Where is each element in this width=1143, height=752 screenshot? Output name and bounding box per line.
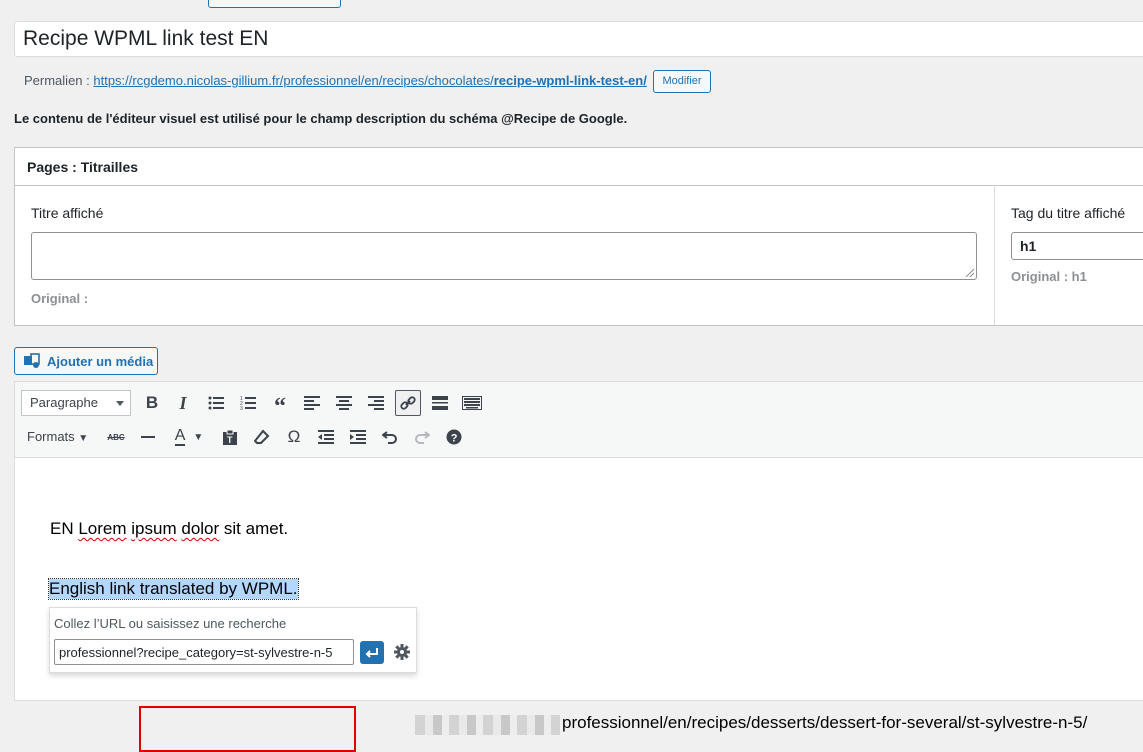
enter-icon (365, 647, 378, 658)
link-popup-label: Collez l’URL ou saisissez une recherche (54, 616, 287, 631)
align-left-icon (304, 396, 320, 410)
media-icon (24, 353, 40, 368)
italic-icon: I (179, 392, 187, 413)
blockquote-button[interactable]: “ (267, 390, 293, 420)
align-center-icon (336, 396, 352, 410)
horizontal-line-icon (141, 436, 155, 438)
link-url-input[interactable]: professionnel?recipe_category=st-sylvest… (54, 639, 354, 665)
svg-text:3: 3 (240, 406, 243, 410)
bold-button[interactable]: B (139, 390, 165, 416)
keyboard-icon (462, 396, 482, 410)
undo-icon (382, 431, 397, 444)
permalink-url-base: https://rcgdemo.nicolas-gillium.fr/profe… (93, 72, 494, 88)
clipboard-icon: T (223, 429, 237, 445)
clear-formatting-button[interactable] (249, 424, 275, 450)
indent-button[interactable] (345, 424, 371, 450)
editor-notice: Le contenu de l'éditeur visuel est utili… (14, 111, 628, 126)
redo-button[interactable] (409, 424, 435, 450)
special-character-button[interactable]: Ω (281, 424, 307, 450)
displayed-title-textarea[interactable] (31, 232, 977, 280)
add-media-button[interactable]: Ajouter un média (14, 347, 158, 375)
top-button[interactable] (208, 0, 341, 8)
tag-original-label: Original : h1 (1011, 269, 1087, 284)
permalink-label: Permalien : (24, 72, 90, 88)
toolbar-toggle-button[interactable] (459, 390, 485, 416)
undo-button[interactable] (377, 424, 403, 450)
link-popup: Collez l’URL ou saisissez une recherche … (49, 607, 417, 673)
svg-text:T: T (227, 435, 233, 445)
paragraph-1-word-2: ipsum (131, 519, 177, 538)
horizontal-line-button[interactable] (135, 424, 161, 450)
paragraph-format-select[interactable]: Paragraphe (21, 390, 131, 416)
resolved-url-text: professionnel/en/recipes/desserts/desser… (562, 713, 1088, 732)
permalink-row: Permalien : https://rcgdemo.nicolas-gill… (24, 70, 711, 93)
blurred-domain (415, 715, 560, 735)
outdent-icon (318, 430, 334, 444)
numbered-list-button[interactable]: 123 (235, 390, 261, 416)
read-more-icon (432, 396, 448, 410)
tag-title-label: Tag du titre affiché (1011, 205, 1126, 221)
apply-link-button[interactable] (360, 641, 384, 664)
post-title-input[interactable]: Recipe WPML link test EN (14, 21, 1143, 57)
italic-button[interactable]: I (170, 390, 196, 416)
paragraph-1-word-1: Lorem (78, 519, 127, 538)
chevron-down-icon: ▼ (78, 433, 89, 444)
indent-icon (350, 430, 366, 444)
selected-link-text[interactable]: English link translated by WPML. (48, 578, 299, 600)
resize-handle-icon[interactable] (964, 267, 974, 277)
paste-text-button[interactable]: T (217, 424, 243, 450)
formats-label: Formats (27, 429, 75, 444)
permalink-slug: recipe-wpml-link-test-en/ (493, 72, 647, 88)
permalink-link[interactable]: https://rcgdemo.nicolas-gillium.fr/profe… (93, 73, 646, 88)
outdent-button[interactable] (313, 424, 339, 450)
metabox-divider (994, 185, 995, 325)
metabox-title: Pages : Titrailles (27, 159, 139, 175)
strikethrough-icon: ABC (107, 432, 125, 442)
highlight-annotation-box (139, 706, 356, 752)
align-right-icon (368, 396, 384, 410)
redo-icon (415, 431, 430, 444)
tag-title-select[interactable]: h1 (1011, 232, 1143, 260)
text-color-icon: A (174, 427, 186, 446)
numbered-list-icon: 123 (240, 396, 256, 410)
align-center-button[interactable] (331, 390, 357, 416)
align-right-button[interactable] (363, 390, 389, 416)
align-left-button[interactable] (299, 390, 325, 416)
omega-icon: Ω (287, 427, 301, 446)
chevron-down-icon: ▼ (193, 431, 204, 443)
link-options-button[interactable] (391, 641, 413, 663)
paragraph-1-suffix: sit amet. (219, 519, 289, 538)
help-button[interactable]: ? (441, 424, 467, 450)
bold-icon: B (145, 393, 159, 412)
bullet-list-button[interactable] (203, 390, 229, 416)
editor-toolbar: Paragraphe B I 123 “ Formats ▼ ABC A ▼ T… (15, 382, 1143, 458)
chevron-down-icon (116, 401, 124, 406)
help-icon: ? (446, 429, 462, 445)
read-more-button[interactable] (427, 390, 453, 416)
paragraph-1-prefix: EN (50, 519, 79, 538)
editor-content[interactable]: EN Lorem ipsum dolor sit amet. English l… (15, 458, 1143, 752)
svg-text:?: ? (451, 433, 458, 445)
link-icon (400, 396, 416, 410)
paragraph-1-word-3: dolor (181, 519, 220, 538)
modify-permalink-button[interactable]: Modifier (653, 70, 711, 93)
tinymce-editor: Paragraphe B I 123 “ Formats ▼ ABC A ▼ T… (14, 381, 1143, 752)
blockquote-icon: “ (274, 393, 286, 420)
format-select-value: Paragraphe (30, 395, 98, 410)
bullet-list-icon (208, 396, 224, 410)
text-color-button[interactable]: A ▼ (167, 424, 211, 450)
formats-menu[interactable]: Formats ▼ (27, 429, 88, 444)
strikethrough-button[interactable]: ABC (103, 424, 129, 450)
paragraph-1: EN Lorem ipsum dolor sit amet. (50, 519, 288, 539)
original-label: Original : (31, 291, 89, 306)
gear-icon (394, 644, 410, 660)
add-media-label: Ajouter un média (47, 353, 154, 369)
eraser-icon (254, 429, 270, 444)
insert-link-button[interactable] (395, 390, 421, 416)
displayed-title-label: Titre affiché (31, 205, 104, 221)
metabox-header[interactable]: Pages : Titrailles (15, 148, 1143, 186)
